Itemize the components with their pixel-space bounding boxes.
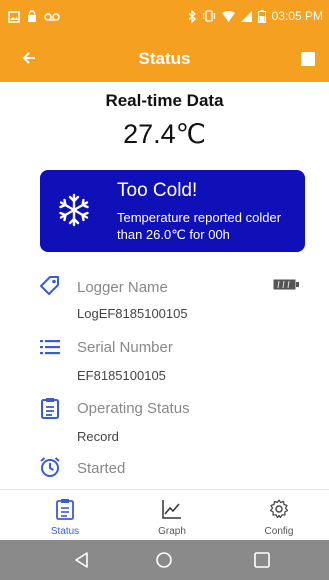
logger-name-value: LogEF8185100105: [77, 306, 188, 321]
bluetooth-icon: [188, 9, 196, 23]
operating-status-label: Operating Status: [77, 400, 190, 417]
tab-status-label: Status: [50, 526, 80, 537]
logger-name-label: Logger Name: [77, 279, 168, 296]
list-icon: [40, 340, 60, 355]
tab-graph-label: Graph: [158, 526, 186, 537]
tab-status[interactable]: Status: [25, 490, 105, 541]
wifi-icon: [221, 10, 235, 22]
realtime-heading: Real-time Data: [105, 91, 224, 110]
tab-config-label: Config: [264, 526, 294, 537]
clock: 03:05 PM: [271, 9, 323, 23]
started-label: Started: [77, 460, 126, 477]
tab-config[interactable]: Config: [239, 490, 319, 541]
lock-icon: [28, 10, 36, 22]
clipboard-icon: [56, 499, 74, 520]
current-temperature: 27.4℃: [123, 119, 206, 149]
stop-button[interactable]: [301, 52, 315, 66]
alert-title: Too Cold!: [117, 180, 198, 201]
nav-recents-icon[interactable]: [252, 550, 272, 570]
tab-graph[interactable]: Graph: [132, 490, 212, 541]
serial-number-value: EF8185100105: [77, 368, 166, 383]
tag-icon: [40, 276, 59, 295]
serial-number-label: Serial Number: [77, 339, 173, 356]
gear-icon: [269, 499, 289, 519]
battery-status-icon: [257, 9, 266, 23]
vibrate-icon: [202, 10, 215, 22]
temperature-alert-card: Too Cold! Temperature reported colder th…: [40, 170, 305, 252]
status-notification-icons: [8, 10, 60, 23]
bottom-tab-bar: Status Graph Config: [0, 489, 329, 541]
alarm-clock-icon: [40, 457, 60, 477]
nav-back-icon[interactable]: [72, 550, 92, 570]
system-status-bar: 03:05 PM: [0, 0, 329, 36]
status-system-icons: 03:05 PM: [188, 9, 323, 23]
alert-message: Temperature reported colder than 26.0℃ f…: [117, 210, 282, 242]
nav-home-icon[interactable]: [154, 550, 174, 570]
clipboard-icon: [41, 398, 59, 419]
battery-level-icon: [273, 279, 299, 290]
signal-icon: [240, 10, 252, 22]
voicemail-icon: [44, 12, 60, 21]
snowflake-icon: [59, 193, 89, 227]
image-icon: [8, 10, 20, 23]
page-title: Status: [138, 49, 191, 68]
system-navigation-bar: [0, 540, 329, 580]
operating-status-value: Record: [77, 429, 119, 444]
app-bar: Status: [0, 36, 329, 82]
line-graph-icon: [162, 500, 181, 519]
